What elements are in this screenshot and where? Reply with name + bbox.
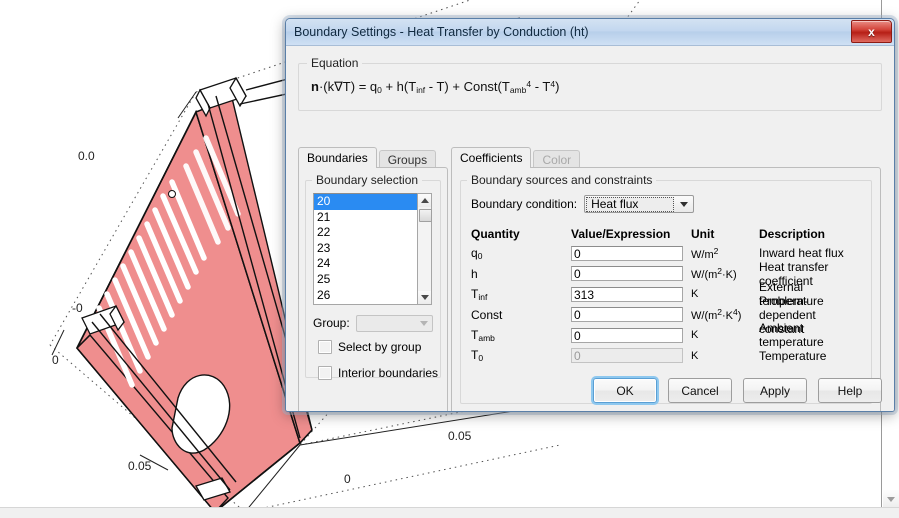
t0-input: 0 <box>571 348 683 364</box>
unit-label: W/m2 <box>691 245 719 261</box>
checkbox-icon[interactable] <box>318 366 332 380</box>
quantity-label: q0 <box>471 245 483 261</box>
group-label: Group: <box>313 316 350 330</box>
table-header-row: Quantity Value/Expression Unit Descripti… <box>471 225 863 243</box>
boundary-condition-dropdown[interactable]: Heat flux <box>584 195 695 213</box>
header-description: Description <box>759 227 826 241</box>
boundary-list-scrollbar[interactable] <box>417 193 432 305</box>
unit-label: K <box>691 329 699 342</box>
list-item[interactable]: 26 <box>314 288 418 304</box>
unit-label: W/(m2·K) <box>691 266 737 282</box>
interior-boundaries-row[interactable]: Interior boundaries <box>318 366 438 380</box>
value-cell: 0 <box>571 245 691 261</box>
h-input[interactable]: 0 <box>571 266 683 282</box>
chevron-down-icon[interactable] <box>883 490 899 508</box>
unit-label: K <box>691 349 699 362</box>
chevron-down-icon <box>675 201 693 207</box>
scrollbar-thumb[interactable] <box>419 209 432 222</box>
select-by-group-label: Select by group <box>338 340 422 354</box>
equation-text: n·(k∇T) = q0 + h(Tinf - T) + Const(Tamb4… <box>311 79 560 95</box>
description-label: Inward heat flux <box>759 246 844 261</box>
apply-button[interactable]: Apply <box>743 378 807 403</box>
scroll-down-icon[interactable] <box>418 291 431 304</box>
header-quantity: Quantity <box>471 227 520 241</box>
equation-legend: Equation <box>307 56 363 70</box>
description-label: Temperature <box>759 348 827 363</box>
const-input[interactable]: 0 <box>571 307 683 323</box>
interior-boundaries-label: Interior boundaries <box>338 366 439 380</box>
quantity-label: Tamb <box>471 327 495 343</box>
help-button[interactable]: Help <box>818 378 882 403</box>
unit-label: W/(m2·K4) <box>691 307 742 323</box>
header-unit: Unit <box>691 227 715 241</box>
description-label: Ambient temperature <box>759 321 824 350</box>
list-item[interactable]: 21 <box>314 210 418 226</box>
dialog-body: Equation n·(k∇T) = q0 + h(Tinf - T) + Co… <box>286 46 894 411</box>
value-cell: 0 <box>571 266 691 282</box>
list-item[interactable]: 20 <box>314 194 418 210</box>
axis-label: 0.05 <box>448 429 472 443</box>
ok-button[interactable]: OK <box>593 378 657 403</box>
right-tabstrip: Coefficients Color <box>451 147 881 169</box>
header-value: Value/Expression <box>571 227 671 241</box>
axis-label: 0 <box>52 353 59 367</box>
right-tab-group: Coefficients Color Boundary sources and … <box>451 147 881 411</box>
axis-label: 0.05 <box>128 459 152 473</box>
q0-input[interactable]: 0 <box>571 245 683 261</box>
tamb-input[interactable]: 0 <box>571 327 683 343</box>
quantity-label: Tinf <box>471 286 488 302</box>
boundary-sources-groupbox: Boundary sources and constraints Boundar… <box>460 173 872 404</box>
chevron-down-icon <box>420 320 428 326</box>
tab-coefficients[interactable]: Coefficients <box>451 147 532 168</box>
axis-label: 0.0 <box>78 149 95 163</box>
value-cell: 0 <box>571 348 691 364</box>
axis-label: -0 <box>72 301 83 315</box>
group-dropdown[interactable] <box>355 314 433 332</box>
list-item[interactable]: 22 <box>314 225 418 241</box>
boundaries-panel: Boundary selection 20 21 22 23 24 25 26 <box>298 167 448 411</box>
equation-groupbox: Equation n·(k∇T) = q0 + h(Tinf - T) + Co… <box>298 56 882 111</box>
boundary-condition-label: Boundary condition: <box>471 197 578 211</box>
coefficients-table: Quantity Value/Expression Unit Descripti… <box>471 225 863 366</box>
axis-label: 0 <box>344 472 351 486</box>
dialog-button-row: OK Cancel Apply Help <box>593 378 882 403</box>
coefficients-panel: Boundary sources and constraints Boundar… <box>451 167 881 411</box>
boundary-selection-legend: Boundary selection <box>312 173 423 187</box>
app-status-strip <box>0 507 899 518</box>
unit-label: K <box>691 288 699 301</box>
boundary-list[interactable]: 20 21 22 23 24 25 26 <box>313 193 419 305</box>
tinf-input[interactable]: 313 <box>571 286 683 302</box>
close-icon[interactable]: x <box>851 20 892 43</box>
left-tabstrip: Boundaries Groups <box>298 147 448 169</box>
list-item[interactable]: 25 <box>314 272 418 288</box>
quantity-label: T0 <box>471 348 484 364</box>
value-cell: 0 <box>571 327 691 343</box>
left-tab-group: Boundaries Groups Boundary selection 20 … <box>298 147 448 411</box>
quantity-label: Const <box>471 307 503 322</box>
boundary-condition-row: Boundary condition: Heat flux <box>471 195 695 213</box>
cancel-button[interactable]: Cancel <box>668 378 732 403</box>
boundary-condition-value: Heat flux <box>586 196 675 212</box>
corner-wireframe-left <box>81 304 125 335</box>
select-by-group-row[interactable]: Select by group <box>318 340 421 354</box>
dialog-title: Boundary Settings - Heat Transfer by Con… <box>294 25 589 39</box>
checkbox-icon[interactable] <box>318 340 332 354</box>
list-item[interactable]: 23 <box>314 241 418 257</box>
tab-boundaries[interactable]: Boundaries <box>298 147 377 168</box>
boundary-sources-legend: Boundary sources and constraints <box>467 173 657 187</box>
scroll-up-icon[interactable] <box>418 194 431 207</box>
boundary-settings-dialog[interactable]: Boundary Settings - Heat Transfer by Con… <box>285 18 895 412</box>
group-row: Group: <box>313 314 433 332</box>
geometry-hole <box>168 190 176 198</box>
dialog-title-bar[interactable]: Boundary Settings - Heat Transfer by Con… <box>286 19 894 46</box>
quantity-label: h <box>471 266 478 281</box>
boundary-selection-groupbox: Boundary selection 20 21 22 23 24 25 26 <box>305 173 441 380</box>
list-item[interactable]: 24 <box>314 256 418 272</box>
table-row: Tamb 0 K Ambient temperature <box>471 321 863 349</box>
value-cell: 0 <box>571 307 691 323</box>
value-cell: 313 <box>571 286 691 302</box>
table-row: T0 0 K Temperature <box>471 346 863 367</box>
